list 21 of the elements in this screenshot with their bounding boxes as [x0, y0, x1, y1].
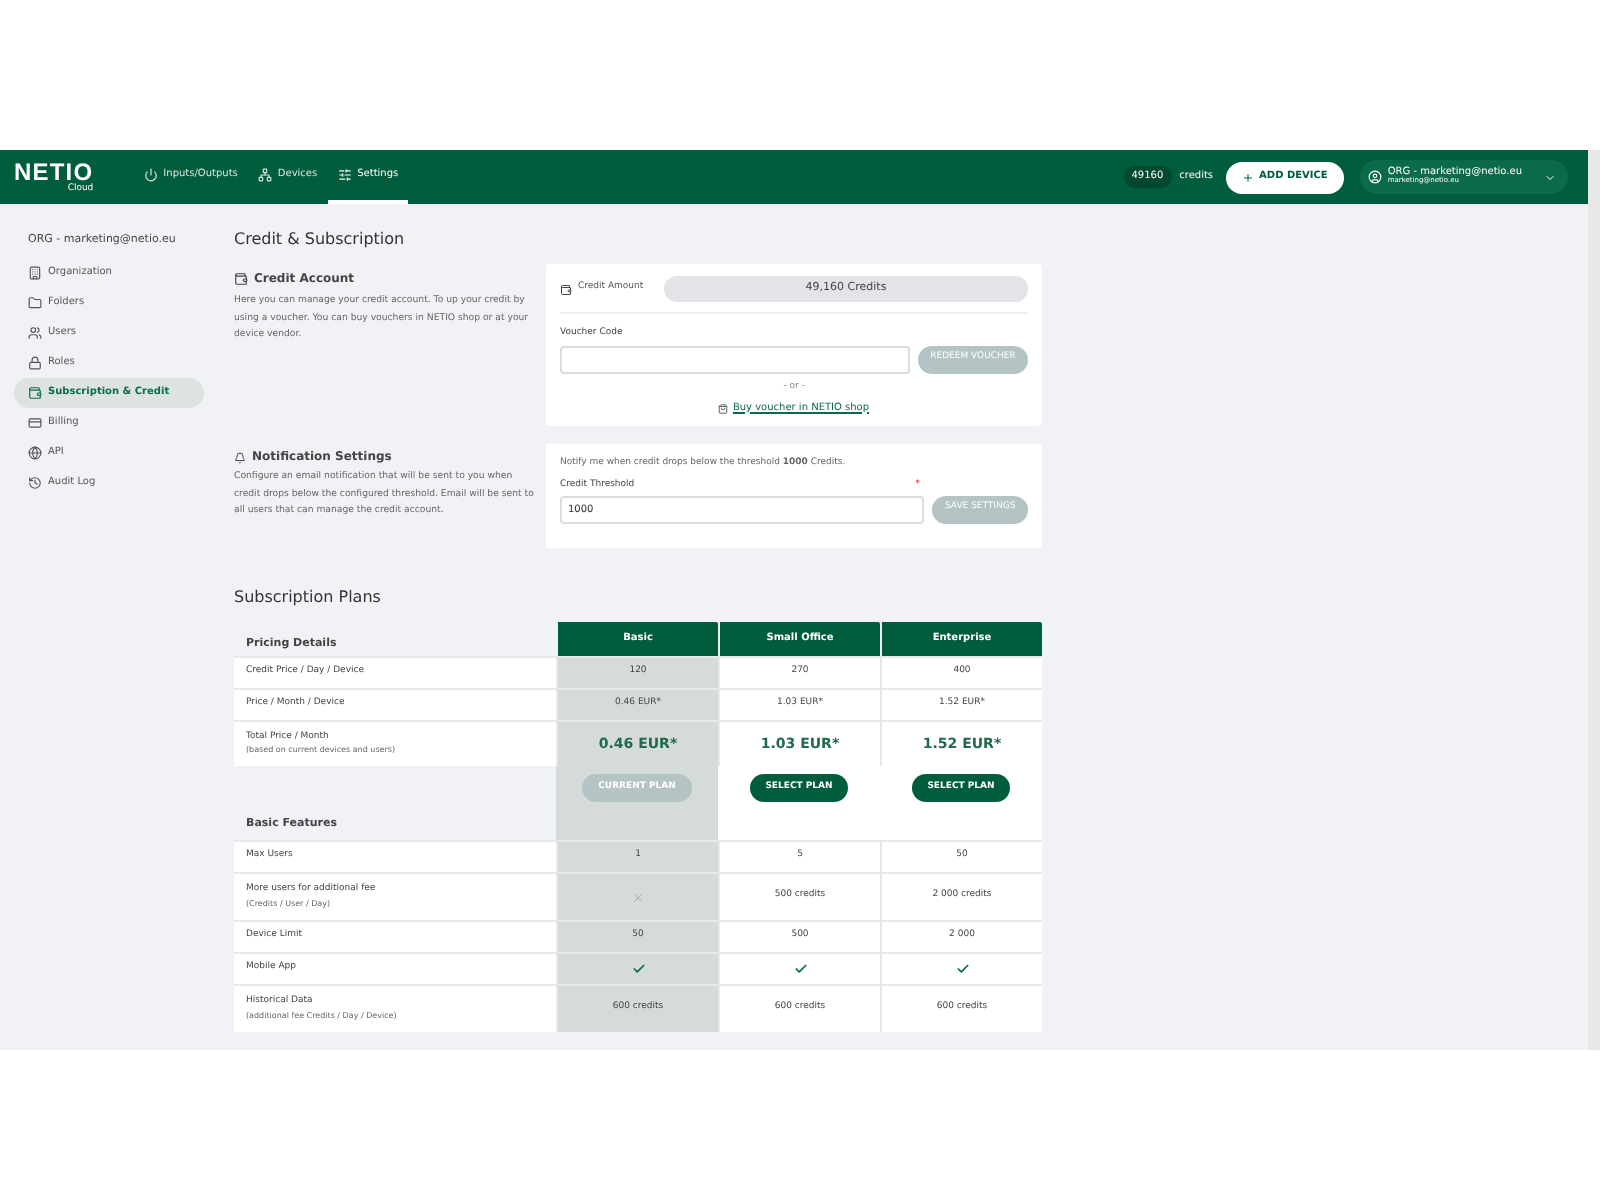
power-icon — [143, 168, 158, 182]
user-icon — [1367, 170, 1382, 184]
users-icon — [28, 326, 42, 341]
wallet-icon — [560, 283, 572, 295]
folder-icon — [28, 296, 42, 311]
caret-icon — [1544, 171, 1556, 183]
history-icon — [28, 476, 42, 491]
network-icon — [257, 168, 272, 182]
subscription-title: Subscription Plans — [234, 586, 383, 610]
plus-icon — [1241, 171, 1254, 183]
globe-icon — [28, 446, 42, 461]
page-title: Credit & Subscription — [234, 228, 407, 252]
bell-icon — [234, 451, 246, 463]
credit-card-icon — [28, 416, 42, 431]
sliders-icon — [337, 168, 352, 182]
wallet-icon — [234, 272, 248, 286]
building-icon — [28, 266, 42, 281]
lock-icon — [28, 356, 42, 371]
wallet-icon — [28, 386, 42, 401]
bag-icon — [718, 403, 729, 414]
logo: NETIO — [14, 161, 94, 183]
